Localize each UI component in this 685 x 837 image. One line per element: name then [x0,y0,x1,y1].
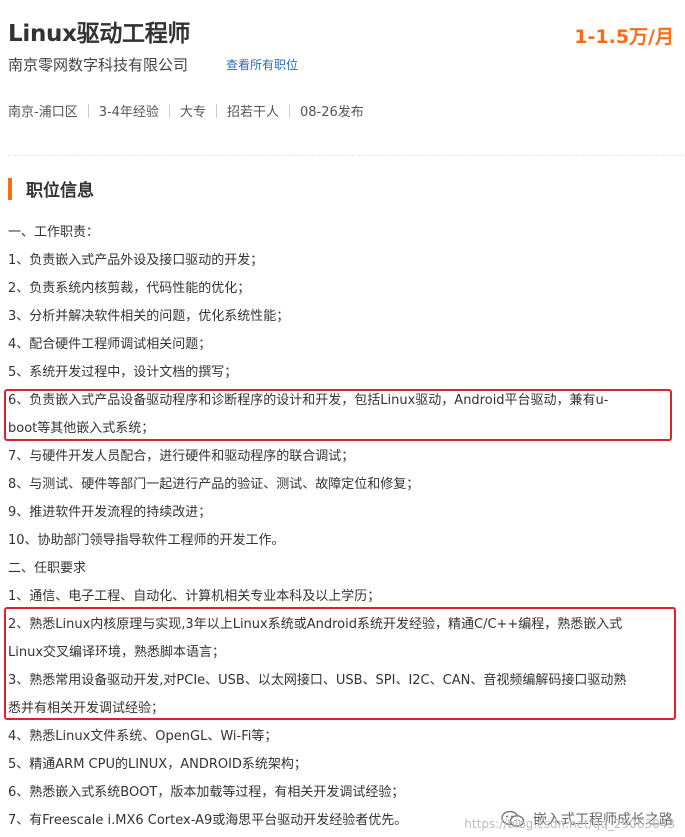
desc-line: 4、配合硬件工程师调试相关问题； [8,337,212,352]
divider [8,155,684,156]
company-name[interactable]: 南京零网数字科技有限公司 [8,54,188,75]
meta-separator [215,103,217,118]
desc-line: 2、负责系统内核剪裁，代码性能的优化； [8,281,251,296]
meta-separator [288,103,290,118]
meta-education: 大专 [179,105,206,120]
desc-line: 8、与测试、硬件等部门一起进行产品的验证、测试、故障定位和修复； [8,477,420,492]
desc-line: 7、与硬件开发人员配合，进行硬件和驱动程序的联合调试； [8,449,355,464]
meta-location: 南京-浦口区 [8,105,78,120]
desc-line: 4、熟悉Linux文件系统、OpenGL、Wi-Fi等； [8,729,278,744]
job-header: Linux驱动工程师 1-1.5万/月 [8,14,678,48]
watermark-url: https://blog.csdn.net/qq_29063043 [464,817,675,831]
job-meta: 南京-浦口区 3-4年经验 大专 招若干人 08-26发布 [8,101,364,120]
desc-line: 5、系统开发过程中，设计文档的撰写； [8,365,238,380]
section-title: 职位信息 [26,181,94,201]
meta-headcount: 招若干人 [226,105,279,120]
meta-experience: 3-4年经验 [98,105,159,120]
meta-separator [87,103,89,118]
section-header: 职位信息 [8,176,94,201]
desc-line: 1、负责嵌入式产品外设及接口驱动的开发； [8,253,264,268]
meta-posted-date: 08-26发布 [299,105,364,120]
highlight-box-duty-6 [4,389,672,441]
desc-line: 一、工作职责： [8,225,100,240]
desc-line: 5、精通ARM CPU的LINUX，ANDROID系统架构； [8,757,307,772]
job-description: 一、工作职责： 1、负责嵌入式产品外设及接口驱动的开发； 2、负责系统内核剪裁，… [8,219,676,835]
desc-line: 3、分析并解决软件相关的问题，优化系统性能； [8,309,290,324]
salary: 1-1.5万/月 [574,26,674,48]
view-all-jobs-link[interactable]: 查看所有职位 [226,56,298,73]
highlight-box-requirements-2-3 [4,607,676,720]
desc-line: 二、任职要求 [8,561,87,576]
section-accent-bar [8,177,12,200]
company-row: 南京零网数字科技有限公司 查看所有职位 [8,54,298,75]
desc-line: 10、协助部门领导指导软件工程师的开发工作。 [8,533,285,548]
meta-separator [168,103,170,118]
desc-line: 6、熟悉嵌入式系统BOOT，版本加载等过程，有相关开发调试经验； [8,785,405,800]
desc-line: 9、推进软件开发流程的持续改进； [8,505,212,520]
